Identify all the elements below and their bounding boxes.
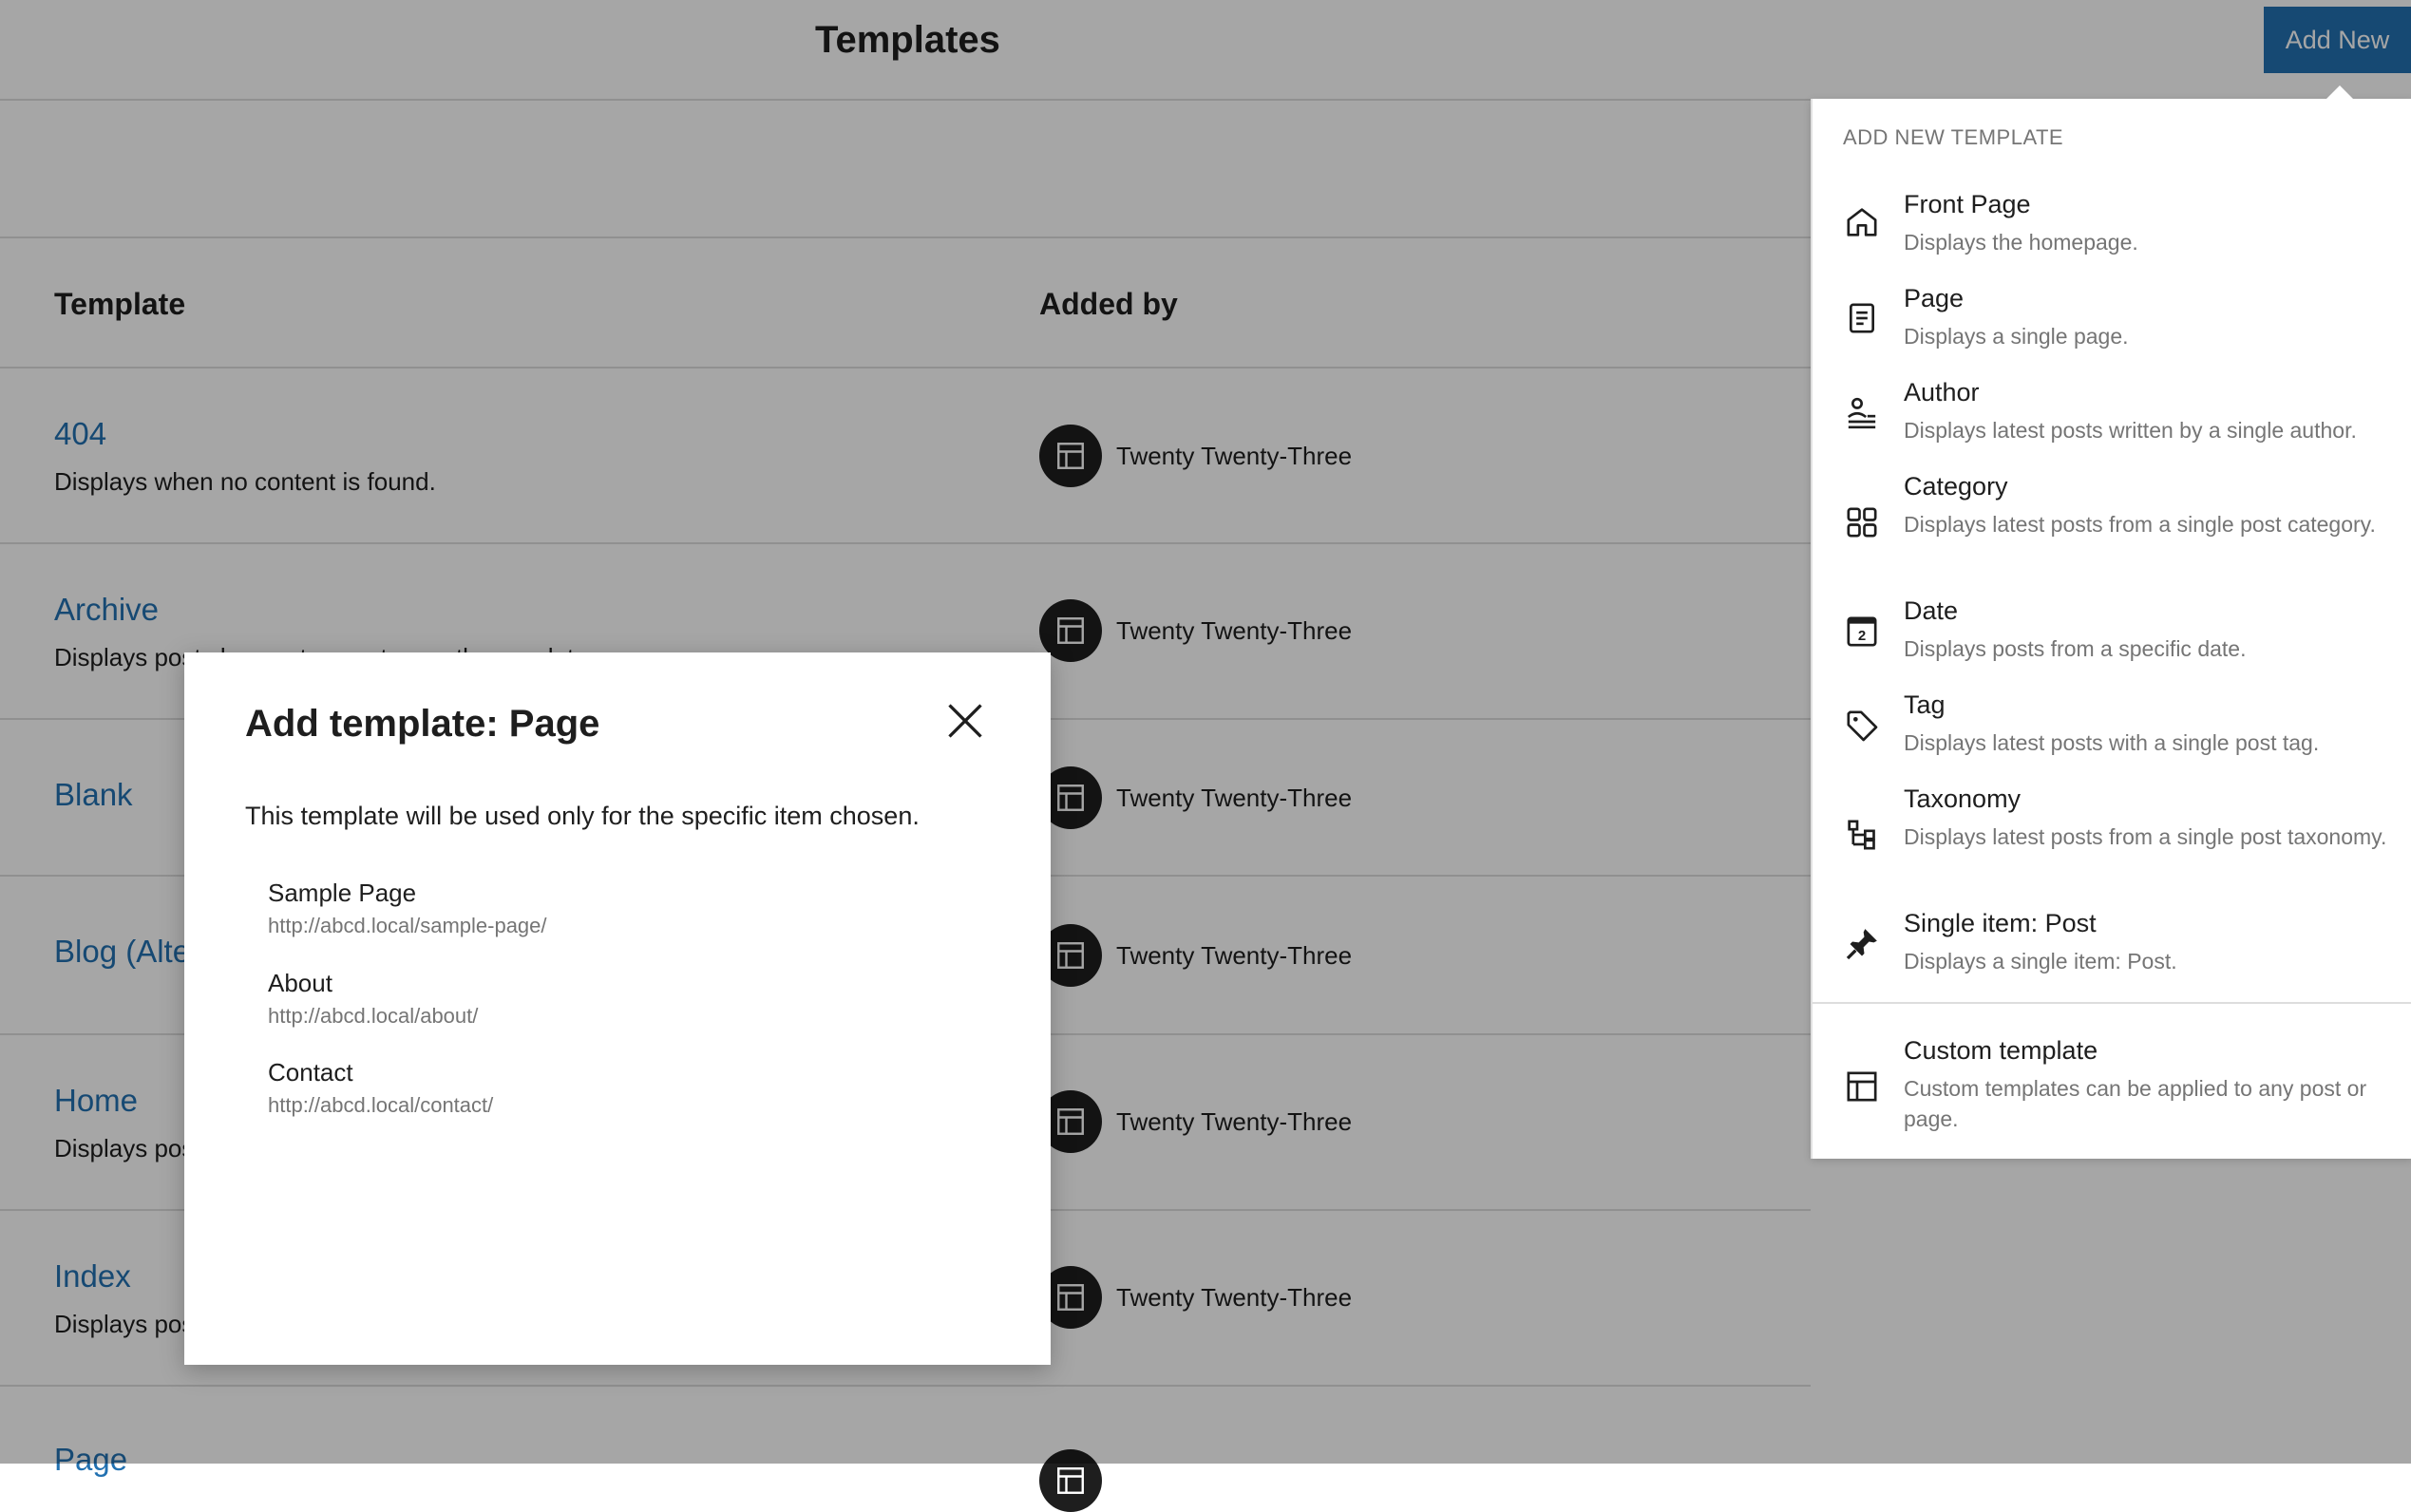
menu-item-description: Displays the homepage. [1904,230,2138,255]
suggestion-item-sample-page[interactable]: Sample Page http://abcd.local/sample-pag… [268,879,547,938]
menu-item-page[interactable]: Page Displays a single page. [1813,284,2411,375]
pin-icon [1846,929,1877,960]
menu-item-taxonomy[interactable]: Taxonomy Displays latest posts from a si… [1813,784,2411,906]
tag-icon [1847,710,1878,742]
menu-item-label: Single item: Post [1904,909,2097,937]
page-icon [1850,303,1874,333]
menu-item-single-post[interactable]: Single item: Post Displays a single item… [1813,909,2411,1000]
menu-item-label: Date [1904,596,1959,625]
menu-item-description: Displays latest posts from a single post… [1904,824,2387,849]
close-icon[interactable] [944,700,986,742]
menu-item-category[interactable]: Category Displays latest posts from a si… [1813,472,2411,594]
suggestion-title: Sample Page [268,879,417,907]
category-icon [1847,507,1877,538]
menu-item-description: Displays latest posts with a single post… [1904,730,2320,755]
suggestion-url: http://abcd.local/contact/ [268,1093,494,1117]
menu-item-label: Tag [1904,690,1946,719]
menu-item-label: Taxonomy [1904,784,2022,813]
add-template-modal: Add template: Page This template will be… [184,652,1051,1365]
menu-item-description: Displays latest posts from a single post… [1904,512,2376,537]
suggestion-item-about[interactable]: About http://abcd.local/about/ [268,969,478,1029]
menu-item-description: Displays a single page. [1904,324,2129,349]
modal-help-text: This template will be used only for the … [245,802,920,830]
suggestion-title: About [268,969,332,997]
suggestion-item-contact[interactable]: Contact http://abcd.local/contact/ [268,1058,493,1118]
taxonomy-icon [1848,820,1875,850]
calendar-icon: 2 [1847,616,1877,647]
layout-icon [1057,1467,1084,1494]
svg-text:2: 2 [1858,628,1866,644]
menu-divider [1813,1002,2411,1004]
menu-item-date[interactable]: 2 Date Displays posts from a specific da… [1813,596,2411,688]
suggestion-url: http://abcd.local/sample-page/ [268,914,547,937]
menu-item-description: Displays latest posts written by a singl… [1904,418,2357,443]
menu-item-label: Author [1904,378,1980,406]
author-icon [1847,397,1876,429]
menu-item-description: Displays posts from a specific date. [1904,636,2247,661]
suggestion-url: http://abcd.local/about/ [268,1004,479,1028]
modal-title: Add template: Page [245,703,600,745]
menu-heading: ADD NEW TEMPLATE [1843,125,2064,149]
menu-item-custom-template[interactable]: Custom template Custom templates can be … [1813,1036,2411,1141]
menu-item-label: Category [1904,472,2008,501]
suggestion-title: Contact [268,1058,353,1087]
add-new-template-menu: ADD NEW TEMPLATE Front Page Displays the… [1811,85,2411,1159]
home-icon [1847,208,1877,236]
menu-item-label: Page [1904,284,1965,312]
menu-item-label: Front Page [1904,190,2031,218]
menu-item-front-page[interactable]: Front Page Displays the homepage. [1813,190,2411,281]
menu-item-author[interactable]: Author Displays latest posts written by … [1813,378,2411,469]
menu-item-tag[interactable]: Tag Displays latest posts with a single … [1813,690,2411,782]
menu-item-description: Custom templates can be applied to any p… [1904,1076,2367,1131]
layout-icon [1847,1071,1877,1102]
menu-item-label: Custom template [1904,1036,2098,1065]
menu-item-description: Displays a single item: Post. [1904,949,2177,973]
